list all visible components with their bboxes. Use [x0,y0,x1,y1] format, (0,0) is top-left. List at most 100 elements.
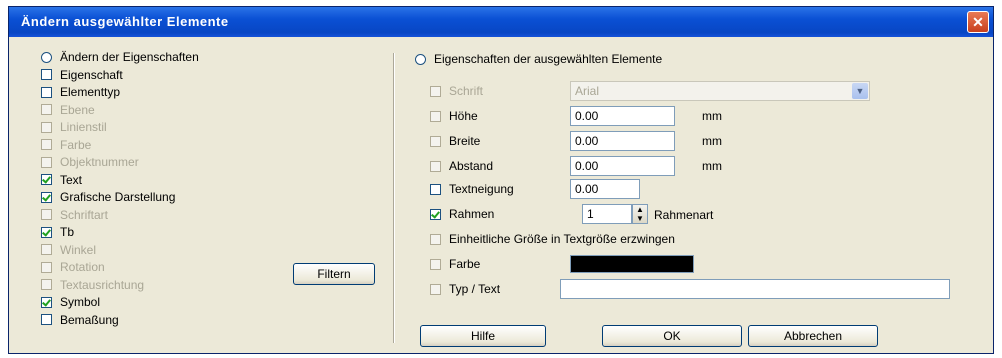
help-button[interactable]: Hilfe [420,325,546,347]
color-label: Farbe [449,257,481,271]
dimension-label: Höhe [449,109,478,123]
option-checkbox [41,244,52,255]
option-radio[interactable] [41,51,52,63]
dimension-unit: mm [702,109,722,123]
option-label: Text [60,172,83,187]
option-checkbox [41,139,52,150]
option-item: Farbe [41,137,91,153]
font-select-value: Arial [575,84,600,98]
text-checkbox[interactable] [430,283,441,295]
option-item[interactable]: Tb [41,224,74,240]
color-option[interactable]: Farbe [430,256,480,272]
option-item: Linienstil [41,119,107,135]
cancel-button[interactable]: Abbrechen [748,325,878,347]
option-checkbox[interactable] [41,226,52,238]
option-checkbox [41,104,52,115]
slant-input[interactable]: 0.00 [570,179,640,199]
uniform-checkbox[interactable] [430,233,441,245]
option-label: Textausrichtung [60,277,145,292]
header-option[interactable]: Eigenschaften der ausgewählten Elemente [415,51,662,67]
option-checkbox [41,209,52,220]
color-swatch[interactable] [570,255,694,273]
option-label: Eigenschaft [60,67,123,82]
option-item: Textausrichtung [41,277,144,293]
frame-suffix: Rahmenart [654,208,714,222]
header-radio[interactable] [415,53,426,65]
option-checkbox[interactable] [41,174,52,185]
dialog-client-area: Ändern der Eigenschaften Eigenschaft Eleme… [15,41,987,347]
font-checkbox[interactable] [430,85,441,97]
frame-spinner[interactable]: ▲ ▼ [632,204,648,224]
option-checkbox[interactable] [41,296,52,308]
color-checkbox[interactable] [430,258,441,270]
font-option[interactable]: Schrift [430,83,483,99]
option-item[interactable]: Text [41,172,82,188]
option-item: Winkel [41,242,96,258]
chevron-down-icon[interactable]: ▼ [852,83,868,99]
dimension-checkbox[interactable] [430,160,441,172]
dimension-checkbox[interactable] [430,135,441,147]
ok-button[interactable]: OK [602,325,742,347]
close-button[interactable]: ✕ [967,11,989,33]
option-item: Rotation [41,259,105,275]
dimension-checkbox[interactable] [430,110,441,122]
option-checkbox [41,261,52,273]
option-label: Schriftart [60,207,109,222]
title-bar[interactable]: Ändern ausgewählter Elemente ✕ [9,7,993,37]
frame-option[interactable]: Rahmen [430,206,494,222]
dimension-option[interactable]: Breite [430,133,480,149]
option-item[interactable]: Grafische Darstellung [41,189,175,205]
text-option[interactable]: Typ / Text [430,281,500,297]
text-input[interactable] [560,279,950,299]
header-label: Eigenschaften der ausgewählten Elemente [434,52,663,66]
option-label: Linienstil [60,120,107,134]
text-label: Typ / Text [449,282,501,296]
frame-input[interactable]: 1 [582,204,632,224]
slant-checkbox[interactable] [430,183,441,195]
option-item: Ebene [41,102,95,118]
option-item: Schriftart [41,207,108,223]
option-label: Symbol [60,295,101,309]
option-label: Rotation [60,260,105,274]
option-item[interactable]: Symbol [41,294,100,310]
option-label: Tb [60,225,75,239]
option-checkbox [41,279,52,290]
dimension-input[interactable]: 0.00 [570,106,675,126]
dialog-window: Ändern ausgewählter Elemente ✕ Ändern de… [8,6,994,354]
dimension-input[interactable]: 0.00 [570,156,675,176]
vertical-separator [393,53,395,343]
option-label: Objektnummer [60,155,139,169]
font-label: Schrift [449,84,484,98]
option-checkbox[interactable] [41,314,52,325]
dimension-option[interactable]: Höhe [430,108,478,124]
frame-checkbox[interactable] [430,208,441,220]
option-checkbox[interactable] [41,69,52,80]
dimension-label: Abstand [449,159,494,173]
option-checkbox [41,121,52,133]
dimension-option[interactable]: Abstand [430,158,493,174]
option-item[interactable]: Bemaßung [41,312,119,328]
slant-option[interactable]: Textneigung [430,181,514,197]
frame-label: Rahmen [449,207,495,221]
window-title: Ändern ausgewählter Elemente [21,14,229,29]
option-item[interactable]: Elementtyp [41,84,120,100]
uniform-option[interactable]: Einheitliche Größe in Textgröße erzwinge… [430,231,675,247]
option-label: Elementtyp [60,85,121,99]
option-label: Ändern der Eigenschaften [60,50,199,64]
filter-button[interactable]: Filtern [293,263,375,285]
option-label: Farbe [60,137,92,152]
dimension-input[interactable]: 0.00 [570,131,675,151]
option-item: Objektnummer [41,154,139,170]
option-label: Winkel [60,242,97,257]
option-checkbox [41,156,52,168]
option-checkbox[interactable] [41,86,52,98]
font-select[interactable]: Arial ▼ [570,81,870,101]
uniform-label: Einheitliche Größe in Textgröße erzwinge… [449,232,675,246]
option-checkbox[interactable] [41,191,52,203]
option-item[interactable]: Eigenschaft [41,67,123,83]
option-label: Bemaßung [60,312,119,327]
option-item[interactable]: Ändern der Eigenschaften [41,49,199,65]
option-label: Ebene [60,102,95,117]
option-label: Grafische Darstellung [60,190,176,204]
dimension-unit: mm [702,134,722,148]
